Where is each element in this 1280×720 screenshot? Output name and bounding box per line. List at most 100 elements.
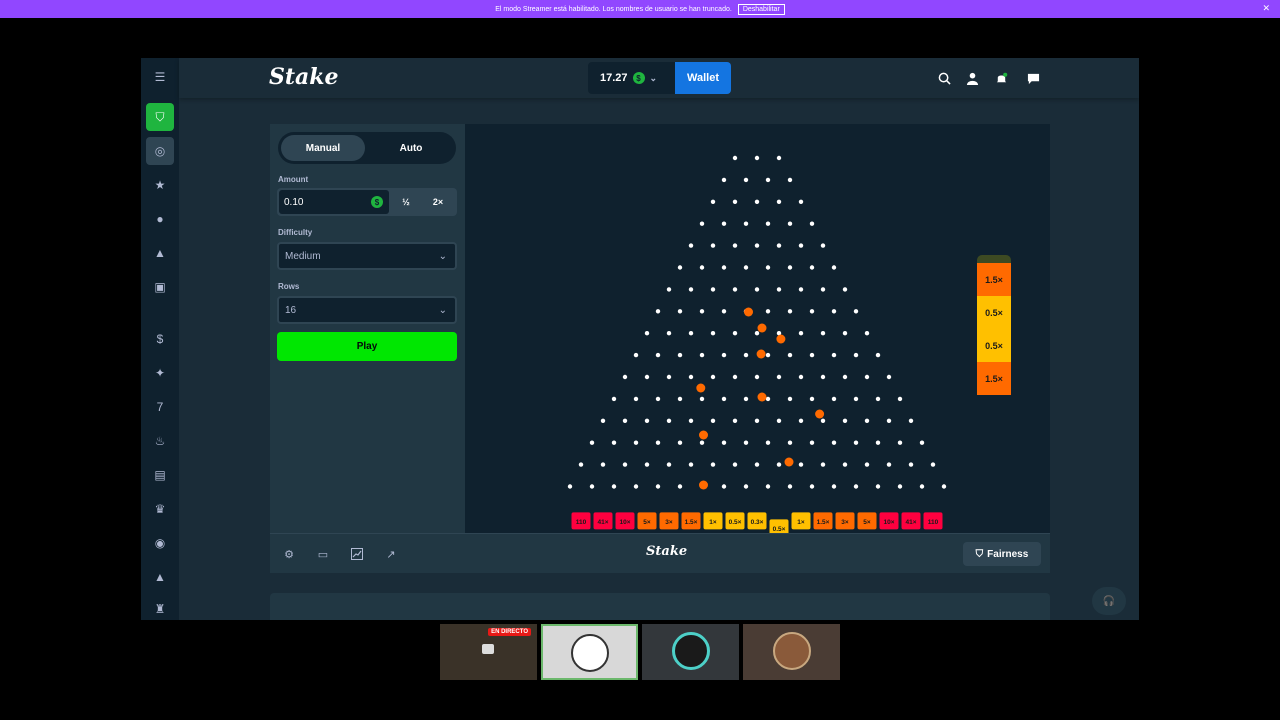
target-icon[interactable]: ◎: [146, 137, 174, 165]
gear-icon[interactable]: ⚙: [282, 547, 296, 561]
history-item: 1.5×: [977, 362, 1011, 395]
peg: [754, 462, 760, 467]
peg: [655, 440, 661, 445]
camera-thumbnail[interactable]: [642, 624, 739, 680]
peg: [787, 309, 793, 314]
peg: [677, 352, 683, 358]
peg: [820, 287, 826, 292]
rows-select[interactable]: 16 ⌄: [277, 296, 457, 324]
peg: [765, 440, 771, 445]
peg: [842, 374, 848, 380]
chart-icon[interactable]: [350, 547, 364, 561]
chat-icon[interactable]: [1025, 70, 1041, 86]
peg: [809, 221, 815, 226]
double-button[interactable]: 2×: [423, 190, 453, 214]
star-icon[interactable]: ★: [146, 171, 174, 199]
peg: [721, 440, 727, 445]
ball: [744, 307, 753, 317]
peg: [809, 484, 815, 489]
fire-icon[interactable]: ♨: [146, 427, 174, 455]
peg: [842, 418, 848, 423]
peg: [754, 155, 760, 161]
peg: [688, 462, 694, 467]
difficulty-select[interactable]: Medium ⌄: [277, 242, 457, 270]
peg: [886, 462, 892, 467]
wallet-button[interactable]: Wallet: [675, 62, 731, 94]
peg: [787, 177, 793, 183]
crown-icon[interactable]: ♛: [146, 495, 174, 523]
game-footer: ⚙ ▭ ↗ Stake ⛉ Fairness: [270, 533, 1050, 573]
history-item: 1.5×: [977, 263, 1011, 296]
peg: [732, 243, 738, 248]
history-label: 1.5×: [985, 374, 1003, 384]
balance-selector[interactable]: 17.27 $ ⌄: [588, 62, 675, 94]
peg: [710, 374, 716, 380]
shield-icon[interactable]: ⛉: [146, 103, 174, 131]
peg: [875, 440, 881, 445]
expand-icon[interactable]: ↗: [384, 547, 398, 561]
camera-thumbnail[interactable]: EN DIRECTO: [440, 624, 537, 680]
search-icon[interactable]: [936, 70, 952, 86]
menu-icon[interactable]: ☰: [146, 63, 174, 91]
peg: [732, 462, 738, 467]
avatar: [571, 634, 609, 672]
peg: [699, 265, 705, 270]
multiplier-label: 10×: [619, 519, 630, 526]
peg: [611, 484, 617, 489]
peg: [787, 440, 793, 445]
peg: [831, 309, 837, 314]
coin-icon[interactable]: $: [146, 325, 174, 353]
card-icon[interactable]: ▣: [146, 273, 174, 301]
ticket-icon[interactable]: ▤: [146, 461, 174, 489]
peg: [875, 396, 881, 402]
clock-icon[interactable]: ●: [146, 205, 174, 233]
headset-icon[interactable]: 🎧: [1092, 587, 1126, 615]
multiplier-label: 110: [928, 519, 939, 526]
peg: [919, 484, 925, 489]
peg: [897, 396, 903, 402]
fairness-label: Fairness: [987, 548, 1029, 560]
seven-icon[interactable]: 7: [146, 393, 174, 421]
square-icon[interactable]: ▭: [316, 547, 330, 561]
user-icon[interactable]: [964, 70, 980, 86]
peg: [644, 462, 650, 467]
tab-manual[interactable]: Manual: [281, 135, 365, 161]
half-button[interactable]: ½: [391, 190, 421, 214]
amount-input[interactable]: 0.10 $: [279, 190, 389, 214]
peg: [732, 155, 738, 161]
multiplier-bucket: 41×: [593, 512, 613, 530]
peg: [622, 462, 628, 467]
cone-icon[interactable]: ▲: [146, 563, 174, 591]
play-button[interactable]: Play: [277, 332, 457, 361]
peg: [710, 199, 716, 204]
peg: [754, 418, 760, 423]
multiplier-bucket: 1.5×: [681, 512, 701, 530]
trophy-icon[interactable]: ♜: [146, 595, 174, 620]
peg: [875, 352, 881, 358]
balance-amount: 17.27: [600, 72, 628, 84]
camera-thumbnail[interactable]: [541, 624, 638, 680]
peg: [732, 331, 738, 336]
close-icon[interactable]: ✕: [1262, 3, 1270, 14]
streamer-banner: El modo Streamer está habilitado. Los no…: [0, 0, 1280, 18]
soccer-icon[interactable]: ◉: [146, 529, 174, 557]
bell-icon[interactable]: [993, 70, 1009, 86]
cone-icon[interactable]: ▲: [146, 239, 174, 267]
multiplier-bucket: 10×: [615, 512, 635, 530]
stake-logo[interactable]: Stake: [269, 64, 339, 90]
difficulty-label: Difficulty: [278, 228, 313, 237]
sparkle-icon[interactable]: ✦: [146, 359, 174, 387]
peg: [721, 309, 727, 314]
history-item: 0.5×: [977, 296, 1011, 329]
disable-streamer-button[interactable]: Deshabilitar: [737, 3, 785, 15]
peg: [600, 418, 606, 423]
peg: [831, 484, 837, 489]
tab-auto[interactable]: Auto: [369, 135, 453, 161]
peg: [809, 265, 815, 270]
ball: [757, 323, 767, 333]
bet-history-strip: [270, 593, 1050, 620]
camera-thumbnail[interactable]: [743, 624, 840, 680]
peg: [908, 418, 914, 423]
peg: [688, 243, 694, 248]
fairness-button[interactable]: ⛉ Fairness: [963, 542, 1041, 566]
